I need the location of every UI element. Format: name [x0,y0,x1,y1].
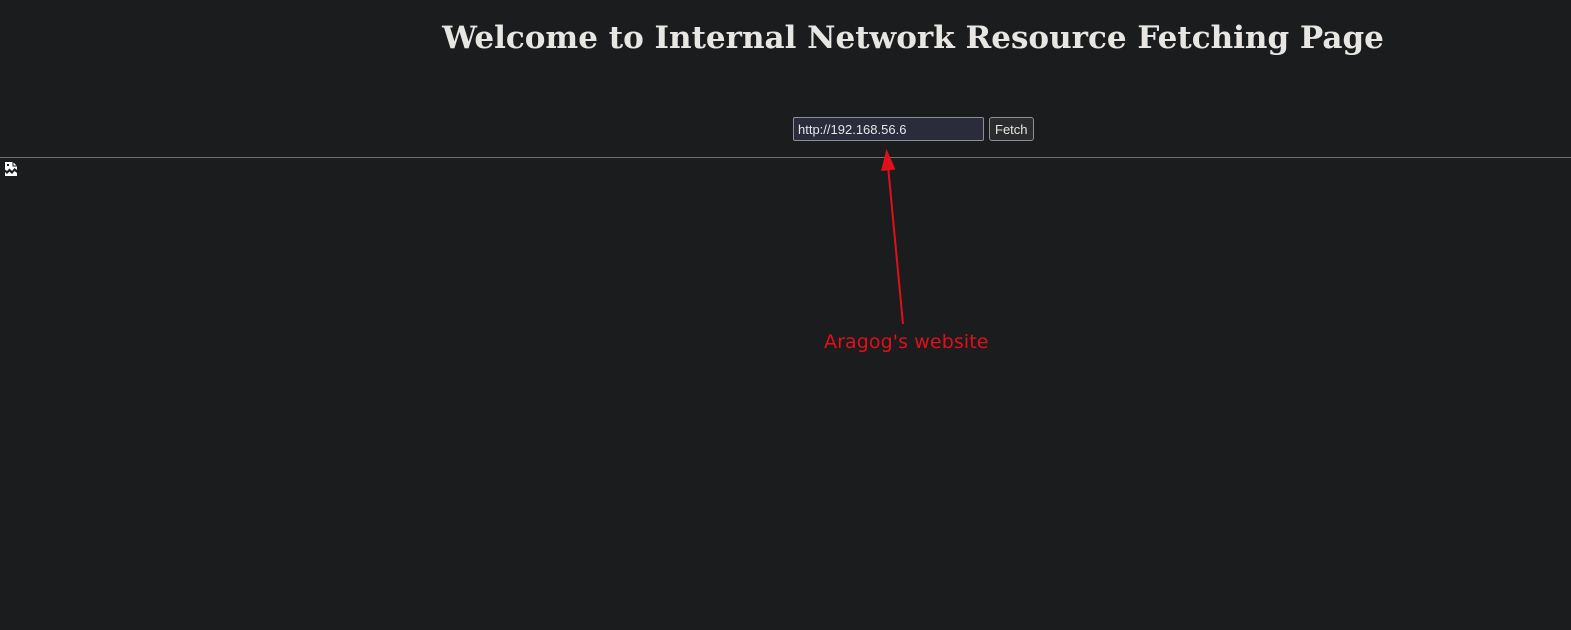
annotation-arrow [881,149,904,325]
fetch-button[interactable]: Fetch [989,117,1034,141]
broken-image-icon [4,161,18,177]
divider [0,157,1571,158]
annotation-label: Aragog's website [824,331,989,353]
fetch-form: Fetch [793,117,1034,141]
url-input[interactable] [793,117,984,141]
page-title: Welcome to Internal Network Resource Fet… [442,20,1384,56]
